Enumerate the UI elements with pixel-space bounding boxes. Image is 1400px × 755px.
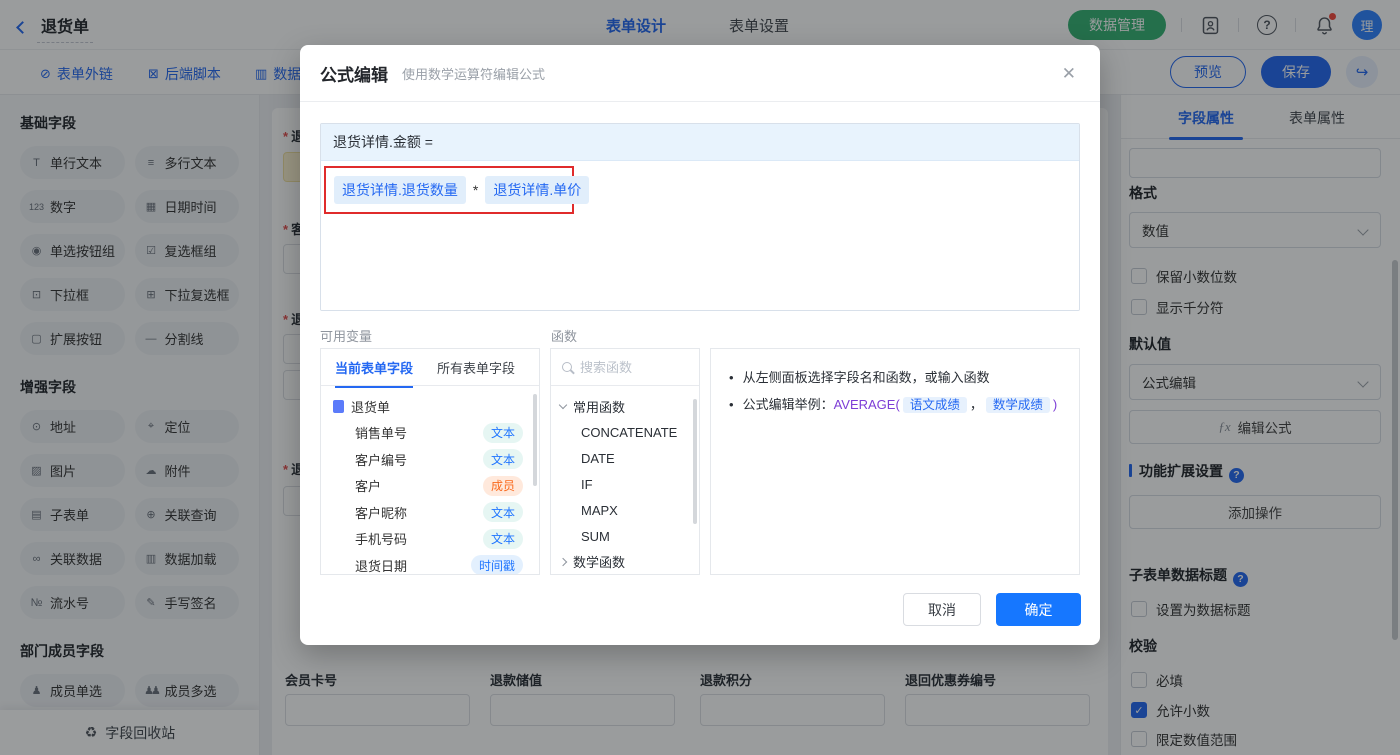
form-doc-icon (333, 399, 344, 413)
formula-chip-quantity[interactable]: 退货详情.退货数量 (334, 176, 466, 204)
search-icon (562, 362, 572, 372)
example-field-chip: 语文成绩 (902, 397, 967, 413)
variables-panel: 当前表单字段 所有表单字段 退货单 销售单号 文本 客户编号 文本 客户 成员 … (320, 348, 540, 575)
formula-editor: 退货详情.金额 = 退货详情.退货数量 * 退货详情.单价 (320, 123, 1080, 311)
hint-panel: • 从左侧面板选择字段名和函数，或输入函数 • 公式编辑举例：AVERAGE(语… (710, 348, 1080, 575)
function-item[interactable]: MAPX (560, 497, 691, 523)
function-search (551, 349, 699, 386)
type-badge-text: 文本 (482, 422, 523, 443)
example-field-chip: 数学成绩 (985, 397, 1050, 413)
annotation-highlight-box: 退货详情.退货数量 * 退货详情.单价 (324, 166, 590, 214)
chevron-right-icon (558, 557, 568, 566)
type-badge-text: 文本 (482, 528, 523, 549)
tab-all-form-fields[interactable]: 所有表单字段 (437, 358, 515, 377)
function-item[interactable]: DATE (560, 445, 691, 471)
tab-current-form-fields[interactable]: 当前表单字段 (335, 358, 414, 388)
type-badge-member: 成员 (482, 475, 523, 496)
example-function-name: AVERAGE (833, 397, 896, 412)
variable-row[interactable]: 客户 成员 (333, 473, 531, 500)
type-badge-text: 文本 (482, 502, 523, 523)
functions-scrollbar[interactable] (693, 399, 697, 524)
type-badge-timestamp: 时间戳 (470, 555, 523, 574)
formula-input-area[interactable]: 退货详情.退货数量 * 退货详情.单价 (321, 161, 1079, 310)
function-group-text[interactable]: 文本函数 (560, 574, 691, 575)
function-item[interactable]: SUM (560, 523, 691, 549)
modal-subtitle: 使用数学运算符编辑公式 (402, 66, 546, 82)
type-badge-text: 文本 (482, 449, 523, 470)
hint-line-1: • 从左侧面板选择字段名和函数，或输入函数 (729, 370, 990, 385)
modal-header: 公式编辑 使用数学运算符编辑公式 ✕ (300, 45, 1100, 102)
variables-scrollbar[interactable] (533, 394, 537, 486)
variables-tree: 退货单 销售单号 文本 客户编号 文本 客户 成员 客户昵称 文本 手机号码 文… (321, 386, 539, 574)
confirm-button[interactable]: 确定 (996, 593, 1081, 626)
variables-tabs: 当前表单字段 所有表单字段 (321, 349, 539, 388)
modal-title: 公式编辑 (320, 65, 388, 85)
formula-edit-modal: 公式编辑 使用数学运算符编辑公式 ✕ 退货详情.金额 = 退货详情.退货数量 *… (300, 45, 1100, 645)
formula-chip-unit-price[interactable]: 退货详情.单价 (485, 176, 590, 204)
variable-row[interactable]: 客户昵称 文本 (333, 499, 531, 526)
functions-panel: 常用函数 CONCATENATE DATE IF MAPX SUM 数学函数 文… (550, 348, 700, 575)
variable-row[interactable]: 客户编号 文本 (333, 446, 531, 473)
formula-result-label: 退货详情.金额 = (321, 124, 1079, 161)
function-group-common[interactable]: 常用函数 (558, 394, 691, 419)
hint-line-2: • 公式编辑举例：AVERAGE(语文成绩，数学成绩) (729, 397, 1058, 413)
app-window: 退货单 表单设计 表单设置 数据管理 ? 理 ⊘ 表单外链 ⊠ 后端脚本 ▥ 数… (0, 0, 1400, 755)
function-item[interactable]: CONCATENATE (560, 419, 691, 445)
variable-row[interactable]: 手机号码 文本 (333, 526, 531, 553)
tree-root-form[interactable]: 退货单 (333, 393, 531, 420)
close-icon[interactable]: ✕ (1062, 65, 1076, 82)
function-group-math[interactable]: 数学函数 (558, 549, 691, 574)
function-search-input[interactable] (580, 359, 680, 375)
multiply-operator: * (472, 182, 479, 198)
functions-tree: 常用函数 CONCATENATE DATE IF MAPX SUM 数学函数 文… (551, 386, 699, 575)
functions-label: 函数 (551, 329, 578, 344)
variables-label: 可用变量 (320, 329, 373, 344)
function-item[interactable]: IF (560, 471, 691, 497)
chevron-down-icon (558, 400, 568, 410)
variable-row[interactable]: 退货日期 时间戳 (333, 552, 531, 574)
variable-row[interactable]: 销售单号 文本 (333, 420, 531, 447)
cancel-button[interactable]: 取消 (903, 593, 981, 626)
